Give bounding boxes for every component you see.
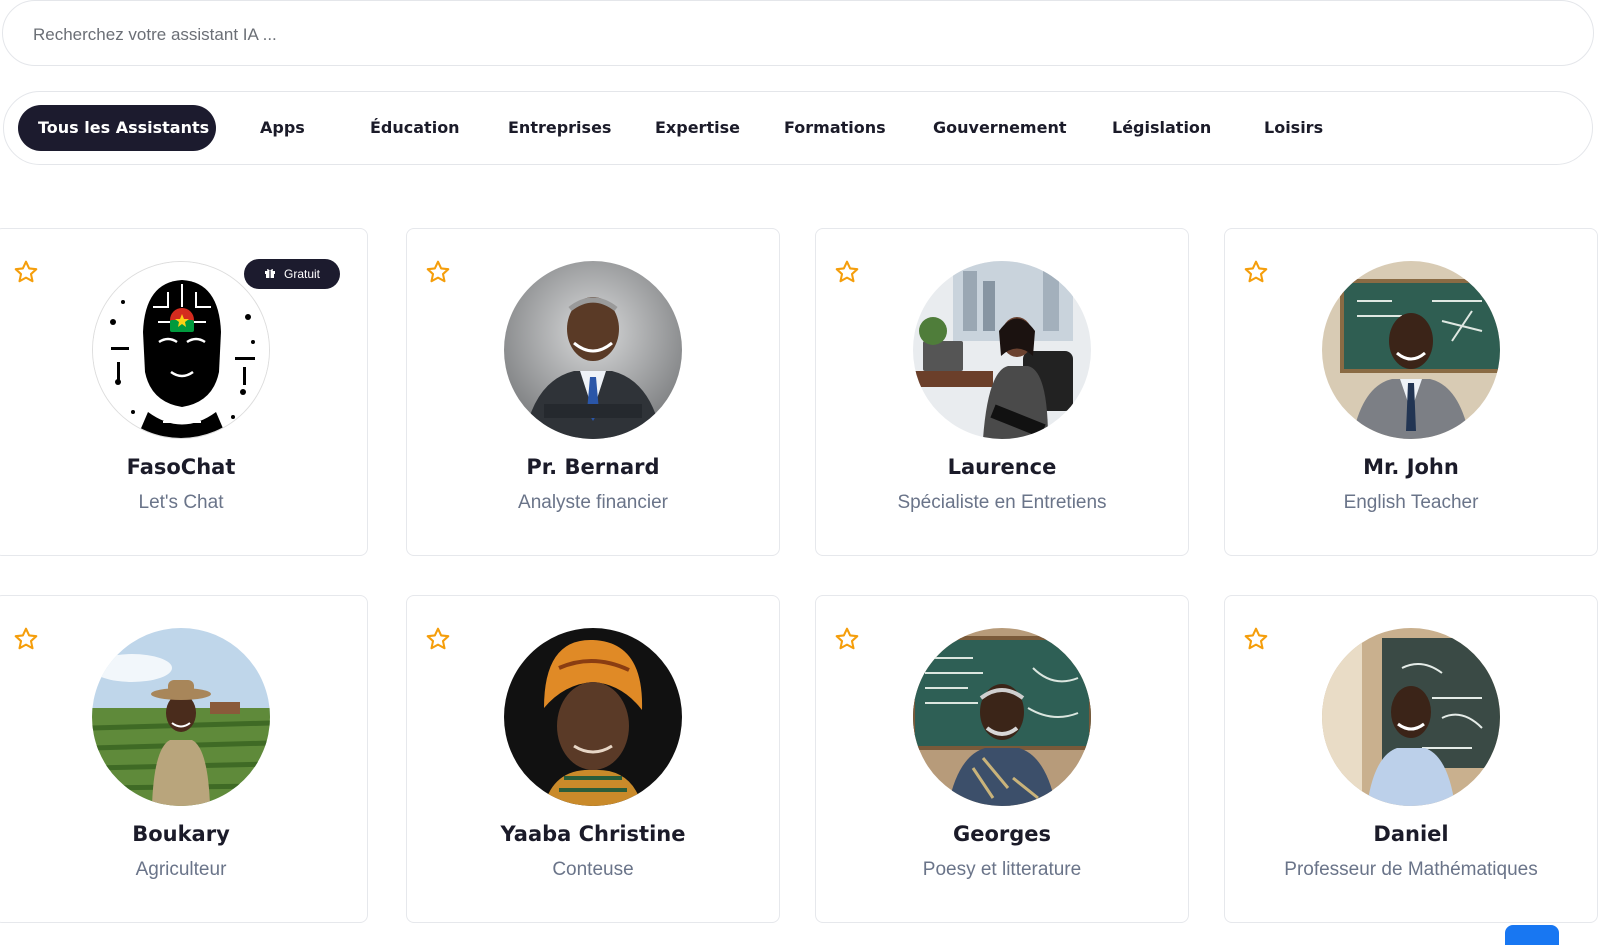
assistant-card-georges[interactable]: Georges Poesy et litterature [815, 595, 1189, 923]
assistant-card-boukary[interactable]: Boukary Agriculteur [0, 595, 368, 923]
avatar [1322, 628, 1500, 806]
assistant-name: Yaaba Christine [500, 822, 686, 846]
avatar [504, 628, 682, 806]
tab-gouvernement[interactable]: Gouvernement [933, 105, 1067, 151]
avatar [92, 628, 270, 806]
assistant-card-laurence[interactable]: Laurence Spécialiste en Entretiens [815, 228, 1189, 556]
assistant-name: Laurence [947, 455, 1057, 479]
search-input[interactable] [31, 21, 1435, 49]
assistant-role: Spécialiste en Entretiens [897, 492, 1107, 513]
avatar [913, 628, 1091, 806]
favorite-star-icon[interactable] [1243, 259, 1269, 285]
assistant-role: Let's Chat [138, 492, 224, 513]
avatar [1322, 261, 1500, 439]
assistant-role: Poesy et litterature [922, 859, 1082, 880]
assistant-name: Daniel [1373, 822, 1449, 846]
assistant-name: Pr. Bernard [526, 455, 660, 479]
assistant-card-pr-bernard[interactable]: Pr. Bernard Analyste financier [406, 228, 780, 556]
tab-legislation[interactable]: Législation [1112, 105, 1211, 151]
assistant-card-mr-john[interactable]: Mr. John English Teacher [1224, 228, 1598, 556]
assistant-name: FasoChat [126, 455, 236, 479]
tab-formations[interactable]: Formations [784, 105, 886, 151]
assistant-card-yaaba-christine[interactable]: Yaaba Christine Conteuse [406, 595, 780, 923]
favorite-star-icon[interactable] [1243, 626, 1269, 652]
assistant-card-daniel[interactable]: Daniel Professeur de Mathématiques [1224, 595, 1598, 923]
assistant-name: Georges [952, 822, 1052, 846]
assistant-role: Professeur de Mathématiques [1284, 859, 1538, 880]
favorite-star-icon[interactable] [834, 626, 860, 652]
favorite-star-icon[interactable] [13, 626, 39, 652]
badge-label: Gratuit [283, 267, 320, 281]
favorite-star-icon[interactable] [834, 259, 860, 285]
tab-tous-les-assistants[interactable]: Tous les Assistants [18, 105, 216, 151]
free-badge: Gratuit [244, 259, 340, 289]
scroll-to-top-button[interactable] [1505, 925, 1559, 945]
assistant-role: Conteuse [552, 859, 634, 880]
favorite-star-icon[interactable] [13, 259, 39, 285]
category-tabs: Tous les Assistants Apps Éducation Entre… [3, 91, 1593, 165]
search-bar[interactable] [2, 0, 1594, 66]
tab-loisirs[interactable]: Loisirs [1264, 105, 1323, 151]
favorite-star-icon[interactable] [425, 626, 451, 652]
assistant-role: Agriculteur [135, 859, 227, 880]
assistant-role: Analyste financier [518, 492, 668, 513]
favorite-star-icon[interactable] [425, 259, 451, 285]
assistant-role: English Teacher [1343, 492, 1479, 513]
avatar [504, 261, 682, 439]
assistant-card-fasochat[interactable]: Gratuit FasoChat Let's Chat [0, 228, 368, 556]
tab-apps[interactable]: Apps [260, 105, 305, 151]
tab-expertise[interactable]: Expertise [655, 105, 740, 151]
gift-icon [264, 267, 276, 282]
avatar [913, 261, 1091, 439]
tab-entreprises[interactable]: Entreprises [508, 105, 611, 151]
avatar [92, 261, 270, 439]
assistant-name: Mr. John [1363, 455, 1459, 479]
assistant-name: Boukary [132, 822, 230, 846]
tab-education[interactable]: Éducation [370, 105, 460, 151]
